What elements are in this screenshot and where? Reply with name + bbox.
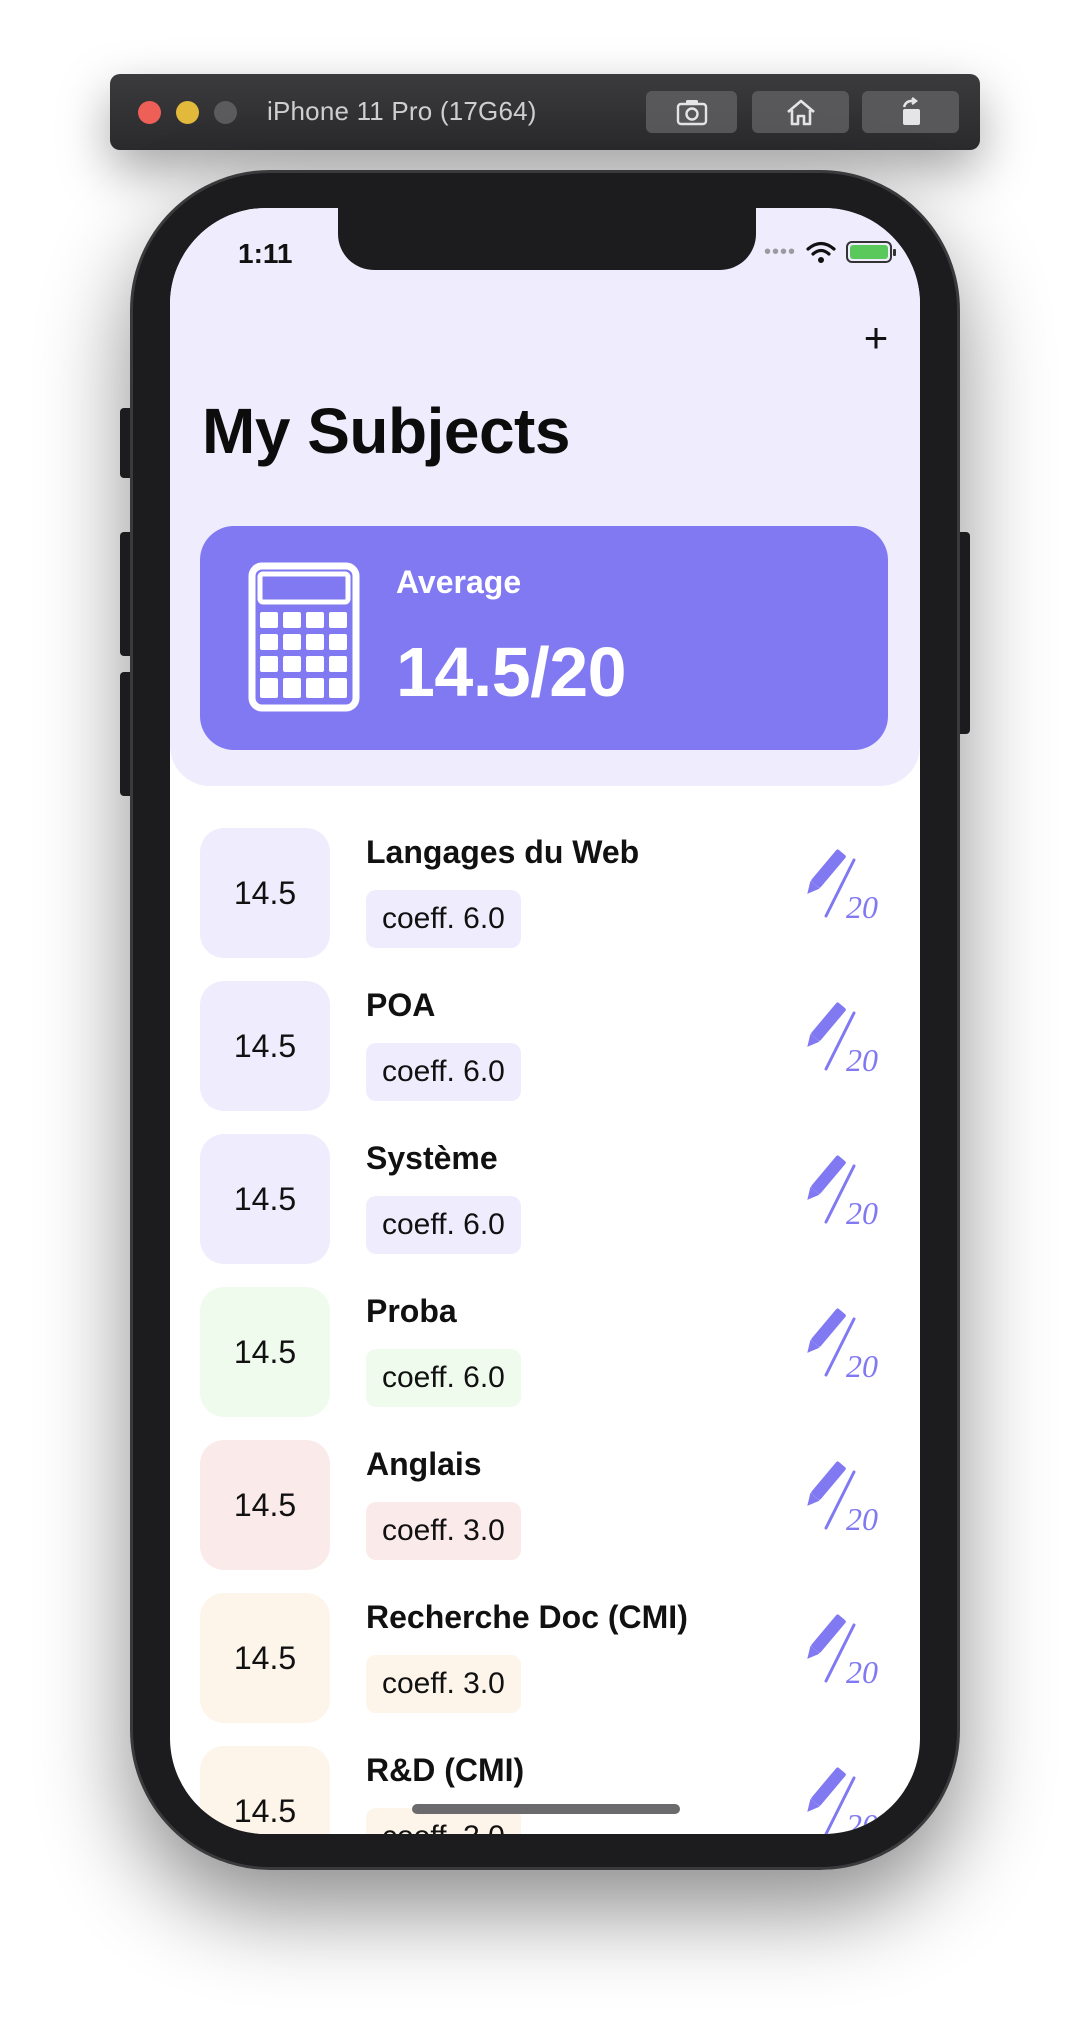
edit-grade-icon[interactable]: 20 — [806, 999, 884, 1079]
edit-grade-label: 20 — [846, 1348, 878, 1384]
subject-row[interactable]: 14.5 POA coeff. 6.0 20 — [170, 973, 920, 1126]
edit-grade-icon[interactable]: 20 — [806, 1764, 884, 1834]
edit-grade-label: 20 — [846, 1807, 878, 1834]
subject-name: R&D (CMI) — [366, 1752, 525, 1788]
close-window-button[interactable] — [138, 101, 161, 124]
edit-grade-icon[interactable]: 20 — [806, 1458, 884, 1538]
home-button[interactable] — [752, 91, 849, 133]
screenshot-icon — [676, 100, 707, 126]
rotate-icon — [902, 97, 920, 125]
subject-name: Proba — [366, 1293, 457, 1329]
grade-badge: 14.5 — [200, 1593, 330, 1723]
zoom-window-button[interactable] — [214, 101, 237, 124]
status-time: 1:11 — [238, 238, 293, 269]
add-subject-button[interactable]: + — [856, 317, 896, 359]
coefficient-badge: coeff. 6.0 — [366, 1043, 521, 1101]
edit-grade-icon[interactable]: 20 — [806, 1152, 884, 1232]
coefficient-badge: coeff. 6.0 — [366, 890, 521, 948]
edit-grade-label: 20 — [846, 1654, 878, 1690]
edit-grade-icon[interactable]: 20 — [806, 1611, 884, 1691]
subject-row[interactable]: 14.5 Système coeff. 6.0 20 — [170, 1126, 920, 1279]
subject-row[interactable]: 14.5 Anglais coeff. 3.0 20 — [170, 1432, 920, 1585]
grade-badge: 14.5 — [200, 1134, 330, 1264]
subject-name: POA — [366, 987, 436, 1023]
header-area: 1:11 •••• + My Subjects Average 14.5/20 — [170, 208, 920, 786]
edit-grade-label: 20 — [846, 1501, 878, 1537]
edit-grade-label: 20 — [846, 1195, 878, 1231]
rotate-button[interactable] — [862, 91, 959, 133]
average-value: 14.5/20 — [396, 633, 627, 711]
edit-grade-label: 20 — [846, 889, 878, 925]
simulator-title: iPhone 11 Pro (17G64) — [267, 96, 537, 126]
subject-name: Langages du Web — [366, 834, 640, 870]
subject-name: Anglais — [366, 1446, 482, 1482]
edit-grade-icon[interactable]: 20 — [806, 846, 884, 926]
grade-badge: 14.5 — [200, 1287, 330, 1417]
average-label: Average — [396, 564, 522, 600]
coefficient-badge: coeff. 6.0 — [366, 1196, 521, 1254]
calculator-icon — [248, 562, 360, 712]
simulator-title-bar: iPhone 11 Pro (17G64) — [110, 74, 980, 150]
average-card: Average 14.5/20 — [200, 526, 888, 750]
cellular-dots-icon: •••• — [763, 241, 796, 263]
subject-name: Recherche Doc (CMI) — [366, 1599, 688, 1635]
grade-badge: 14.5 — [200, 981, 330, 1111]
notch — [338, 208, 756, 270]
coefficient-badge: coeff. 3.0 — [366, 1655, 521, 1713]
subject-row[interactable]: 14.5 Recherche Doc (CMI) coeff. 3.0 20 — [170, 1585, 920, 1738]
grade-badge: 14.5 — [200, 1440, 330, 1570]
screenshot-button[interactable] — [646, 91, 737, 133]
home-indicator — [412, 1804, 680, 1814]
coefficient-badge: coeff. 6.0 — [366, 1349, 521, 1407]
subject-name: Système — [366, 1140, 498, 1176]
coefficient-badge: coeff. 3.0 — [366, 1502, 521, 1560]
phone-screen: 1:11 •••• + My Subjects Average 14.5/20 … — [170, 208, 920, 1834]
wifi-icon — [806, 240, 836, 264]
page-title: My Subjects — [202, 395, 570, 467]
subject-row[interactable]: 14.5R&D (CMI)coeff. 3.020 — [170, 1738, 920, 1834]
edit-grade-icon[interactable]: 20 — [806, 1305, 884, 1385]
grade-badge: 14.5 — [200, 828, 330, 958]
status-icons: •••• — [763, 240, 896, 264]
subject-list: 14.5 Langages du Web coeff. 6.0 20 14.5 POA co… — [170, 820, 920, 1834]
minimize-window-button[interactable] — [176, 101, 199, 124]
subject-row[interactable]: 14.5 Proba coeff. 6.0 20 — [170, 1279, 920, 1432]
home-icon — [786, 99, 815, 126]
edit-grade-label: 20 — [846, 1042, 878, 1078]
battery-charging-icon — [846, 241, 896, 263]
grade-badge: 14.5 — [200, 1746, 330, 1834]
subject-row[interactable]: 14.5 Langages du Web coeff. 6.0 20 — [170, 820, 920, 973]
